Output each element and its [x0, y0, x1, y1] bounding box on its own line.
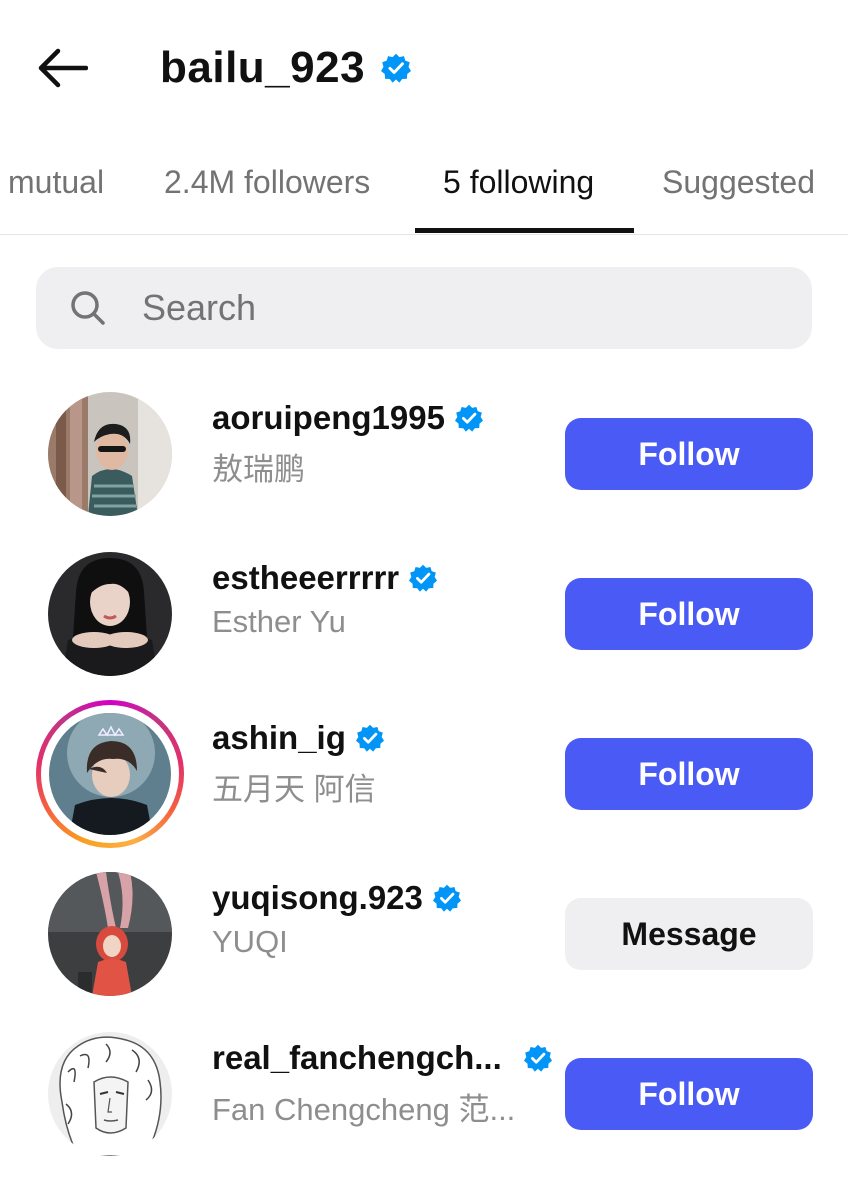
- tab-following[interactable]: 5 following: [443, 145, 594, 235]
- avatar[interactable]: [49, 713, 171, 835]
- username[interactable]: estheeerrrrr: [212, 559, 399, 597]
- tab-bar: mutual 2.4M followers 5 following Sugges…: [0, 145, 848, 235]
- verified-badge-icon: [432, 884, 461, 912]
- active-tab-indicator: [415, 228, 634, 233]
- list-item-aoruipeng1995[interactable]: aoruipeng1995 敖瑞鹏 Follow: [0, 376, 848, 526]
- full-name: YUQI: [212, 924, 288, 959]
- username[interactable]: yuqisong.923: [212, 879, 423, 917]
- user-info: aoruipeng1995 敖瑞鹏: [212, 394, 552, 489]
- arrow-left-icon: [38, 48, 88, 88]
- username[interactable]: ashin_ig: [212, 719, 346, 757]
- follow-button[interactable]: Follow: [565, 578, 813, 650]
- profile-title: bailu_923: [160, 38, 412, 98]
- page-title: bailu_923: [160, 43, 366, 92]
- message-button[interactable]: Message: [565, 898, 813, 970]
- full-name: Fan Chengcheng 范...: [212, 1092, 516, 1127]
- user-info: real_fanchengch... Fan Chengcheng 范...: [212, 1034, 552, 1129]
- back-button[interactable]: [30, 42, 94, 94]
- list-item-ashin_ig[interactable]: ashin_ig 五月天 阿信 Follow: [0, 696, 848, 848]
- user-info: estheeerrrrr Esther Yu: [212, 554, 552, 640]
- username[interactable]: real_fanchengch...: [212, 1039, 502, 1077]
- list-item-estheeerrrrr[interactable]: estheeerrrrr Esther Yu Follow: [0, 536, 848, 686]
- tab-followers[interactable]: 2.4M followers: [164, 145, 370, 235]
- avatar[interactable]: [48, 552, 172, 676]
- full-name: Esther Yu: [212, 604, 346, 639]
- verified-badge-icon: [381, 53, 412, 83]
- verified-badge-icon: [523, 1044, 552, 1072]
- list-item-yuqisong[interactable]: yuqisong.923 YUQI Message: [0, 856, 848, 1006]
- follow-button[interactable]: Follow: [565, 1058, 813, 1130]
- verified-badge-icon: [355, 724, 384, 752]
- username[interactable]: aoruipeng1995: [212, 399, 445, 437]
- tab-suggested[interactable]: Suggested: [662, 145, 815, 235]
- avatar[interactable]: [48, 392, 172, 516]
- list-item-real_fanchengcheng[interactable]: real_fanchengch... Fan Chengcheng 范... F…: [0, 1016, 848, 1166]
- verified-badge-icon: [409, 564, 438, 592]
- follow-button[interactable]: Follow: [565, 738, 813, 810]
- search-icon: [71, 291, 105, 325]
- tab-mutual[interactable]: mutual: [8, 145, 104, 235]
- header-bar: bailu_923: [0, 0, 848, 130]
- avatar[interactable]: [48, 1032, 172, 1156]
- search-input[interactable]: [142, 287, 742, 329]
- avatar[interactable]: [48, 872, 172, 996]
- follow-button[interactable]: Follow: [565, 418, 813, 490]
- full-name: 五月天 阿信: [212, 772, 376, 807]
- verified-badge-icon: [454, 404, 483, 432]
- full-name: 敖瑞鹏: [212, 452, 305, 487]
- user-info: yuqisong.923 YUQI: [212, 874, 552, 960]
- user-info: ashin_ig 五月天 阿信: [212, 714, 552, 809]
- search-bar[interactable]: [36, 267, 812, 349]
